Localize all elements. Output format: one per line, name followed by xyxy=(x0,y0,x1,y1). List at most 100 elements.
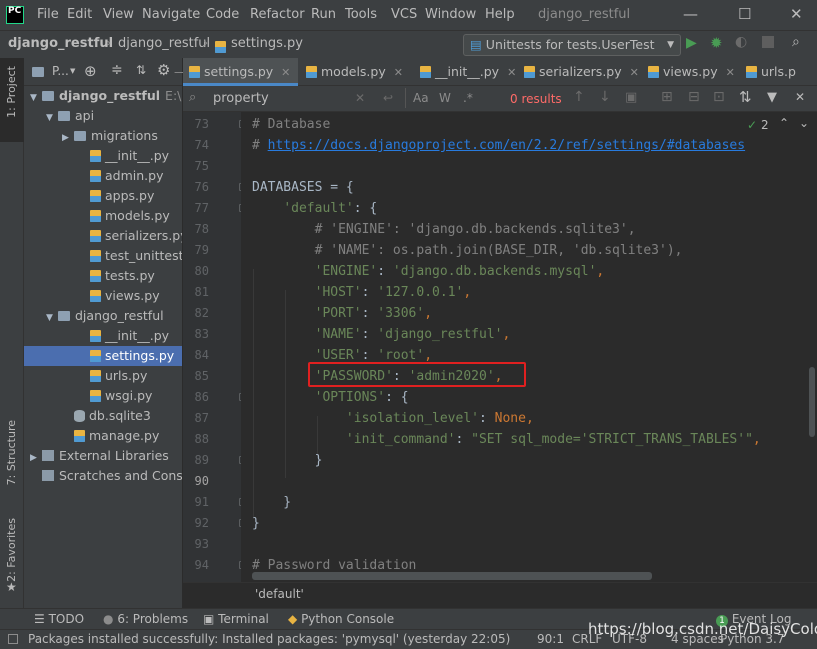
maximize-button[interactable]: ☐ xyxy=(738,5,751,23)
tab-models[interactable]: models.py ✕ xyxy=(300,58,412,86)
menu-window[interactable]: Window xyxy=(425,7,476,22)
whole-words-toggle[interactable]: W xyxy=(439,91,451,105)
chevron-down-icon[interactable]: ▼ xyxy=(46,108,58,128)
tree-item[interactable]: settings.py xyxy=(24,346,182,366)
tab-settings[interactable]: settings.py ✕ xyxy=(183,58,298,86)
project-tool-tab[interactable]: 1: Project xyxy=(0,58,24,142)
python-file-icon xyxy=(90,330,101,342)
tree-item[interactable]: manage.py xyxy=(24,426,182,446)
menu-vcs[interactable]: VCS xyxy=(391,7,417,22)
collapse-all-icon[interactable]: ≑ xyxy=(111,62,123,78)
close-tab-icon[interactable]: ✕ xyxy=(630,66,639,79)
vertical-scrollbar[interactable] xyxy=(809,367,815,437)
close-tab-icon[interactable]: ✕ xyxy=(394,66,403,79)
menu-refactor[interactable]: Refactor xyxy=(250,7,305,22)
tree-item[interactable]: ▼ django_restful E:\d xyxy=(24,86,182,106)
terminal-tool-button[interactable]: ▣ Terminal xyxy=(203,612,269,626)
tree-item[interactable]: __init__.py xyxy=(24,326,182,346)
match-case-toggle[interactable]: Aa xyxy=(413,91,429,105)
run-configuration-select[interactable]: ▤ Unittests for tests.UserTest ▼ xyxy=(463,34,681,56)
chevron-down-icon[interactable]: ▼ xyxy=(30,88,42,108)
favorites-tool-tab[interactable]: 2: Favorites xyxy=(5,518,18,582)
menu-view[interactable]: View xyxy=(103,7,134,22)
tree-item[interactable]: models.py xyxy=(24,206,182,226)
tree-item[interactable]: ▶ migrations xyxy=(24,126,182,146)
debug-icon[interactable]: ✹ xyxy=(710,34,723,52)
search-everywhere-icon[interactable]: ⌕ xyxy=(792,34,800,50)
menu-tools[interactable]: Tools xyxy=(345,7,377,22)
coverage-icon[interactable]: ◐ xyxy=(735,34,747,50)
code-token: '127.0.0.1' xyxy=(377,285,464,300)
expand-all-icon[interactable]: ⇅ xyxy=(136,63,146,77)
menu-file[interactable]: File xyxy=(37,7,59,22)
chevron-down-icon[interactable]: ▼ xyxy=(46,308,58,328)
menu-help[interactable]: Help xyxy=(485,7,515,22)
chevron-right-icon[interactable]: ▶ xyxy=(30,448,42,468)
menu-code[interactable]: Code xyxy=(206,7,239,22)
add-occurrence-icon[interactable]: ⊞ xyxy=(661,89,673,105)
python-file-icon xyxy=(90,210,101,222)
tree-item[interactable]: wsgi.py xyxy=(24,386,182,406)
search-input[interactable]: property xyxy=(213,91,269,106)
tree-item[interactable]: admin.py xyxy=(24,166,182,186)
select-occurrences-icon[interactable]: ⊡ xyxy=(713,89,725,105)
caret-position[interactable]: 90:1 xyxy=(537,632,564,646)
locate-icon[interactable]: ⊕ xyxy=(84,62,97,80)
documentation-link[interactable]: https://docs.djangoproject.com/en/2.2/re… xyxy=(268,138,745,153)
tab-init[interactable]: __init__.py ✕ xyxy=(414,58,516,86)
previous-highlighted-error-icon[interactable]: ⌃ xyxy=(779,116,789,130)
tree-item[interactable]: Scratches and Cons xyxy=(24,466,182,486)
code-editor[interactable]: ✓ 2 ⌃ ⌄ # Database # https://docs.djangop… xyxy=(241,112,817,582)
breadcrumb-project[interactable]: django_restful xyxy=(8,36,113,51)
problems-tool-button[interactable]: ● 6: Problems xyxy=(103,612,188,626)
breadcrumb-package[interactable]: django_restful xyxy=(118,36,210,51)
menu-navigate[interactable]: Navigate xyxy=(142,7,200,22)
tree-item[interactable]: serializers.py xyxy=(24,226,182,246)
editor-breadcrumb[interactable]: 'default' xyxy=(183,582,817,606)
clear-search-icon[interactable]: ✕ xyxy=(355,91,365,105)
stop-icon[interactable] xyxy=(762,36,774,48)
chevron-down-icon[interactable]: ▼ xyxy=(70,67,75,75)
menu-edit[interactable]: Edit xyxy=(67,7,92,22)
tab-views[interactable]: views.py ✕ xyxy=(642,58,738,86)
regex-toggle[interactable]: .* xyxy=(463,91,473,105)
tree-item[interactable]: tests.py xyxy=(24,266,182,286)
tree-item[interactable]: views.py xyxy=(24,286,182,306)
tab-urls[interactable]: urls.p xyxy=(740,58,817,86)
run-icon[interactable]: ▶ xyxy=(686,35,697,51)
tab-serializers[interactable]: serializers.py ✕ xyxy=(518,58,640,86)
status-message[interactable]: Packages installed successfully: Install… xyxy=(28,632,510,646)
tree-item[interactable]: test_unittest.p xyxy=(24,246,182,266)
extended-search-icon[interactable]: ⇅ xyxy=(739,88,752,106)
chevron-right-icon[interactable]: ▶ xyxy=(62,128,74,148)
python-console-tool-button[interactable]: ◆ Python Console xyxy=(288,612,394,626)
close-tab-icon[interactable]: ✕ xyxy=(726,66,735,79)
structure-tool-tab[interactable]: 7: Structure xyxy=(5,420,18,485)
close-search-icon[interactable]: ✕ xyxy=(795,90,805,104)
tree-item[interactable]: ▼ api xyxy=(24,106,182,126)
next-occurrence-icon[interactable]: ↓ xyxy=(599,89,611,105)
tree-item[interactable]: ▶ External Libraries xyxy=(24,446,182,466)
tree-item[interactable]: __init__.py xyxy=(24,146,182,166)
close-tab-icon[interactable]: ✕ xyxy=(507,66,516,79)
close-tab-icon[interactable]: ✕ xyxy=(281,66,290,79)
filter-icon[interactable]: ▼ xyxy=(767,90,777,105)
remove-occurrence-icon[interactable]: ⊟ xyxy=(688,89,700,105)
tree-item[interactable]: db.sqlite3 xyxy=(24,406,182,426)
inspection-ok-icon[interactable]: ✓ xyxy=(747,118,757,132)
tree-item[interactable]: ▼ django_restful xyxy=(24,306,182,326)
previous-occurrence-icon[interactable]: ↑ xyxy=(573,89,585,105)
next-highlighted-error-icon[interactable]: ⌄ xyxy=(799,116,809,130)
menu-run[interactable]: Run xyxy=(311,7,336,22)
minimize-button[interactable]: — xyxy=(683,5,698,23)
close-window-button[interactable]: ✕ xyxy=(790,5,803,23)
settings-gear-icon[interactable]: ⚙ xyxy=(157,61,170,79)
project-view-select[interactable]: P... xyxy=(52,64,69,78)
breadcrumb-file[interactable]: settings.py xyxy=(231,36,303,51)
tree-item[interactable]: apps.py xyxy=(24,186,182,206)
select-all-occurrences-icon[interactable]: ▣ xyxy=(625,90,637,105)
toggle-tool-windows-icon[interactable] xyxy=(8,634,18,644)
tree-item[interactable]: urls.py xyxy=(24,366,182,386)
todo-tool-button[interactable]: ☰ TODO xyxy=(34,612,84,626)
new-line-icon[interactable]: ↩ xyxy=(383,91,393,105)
